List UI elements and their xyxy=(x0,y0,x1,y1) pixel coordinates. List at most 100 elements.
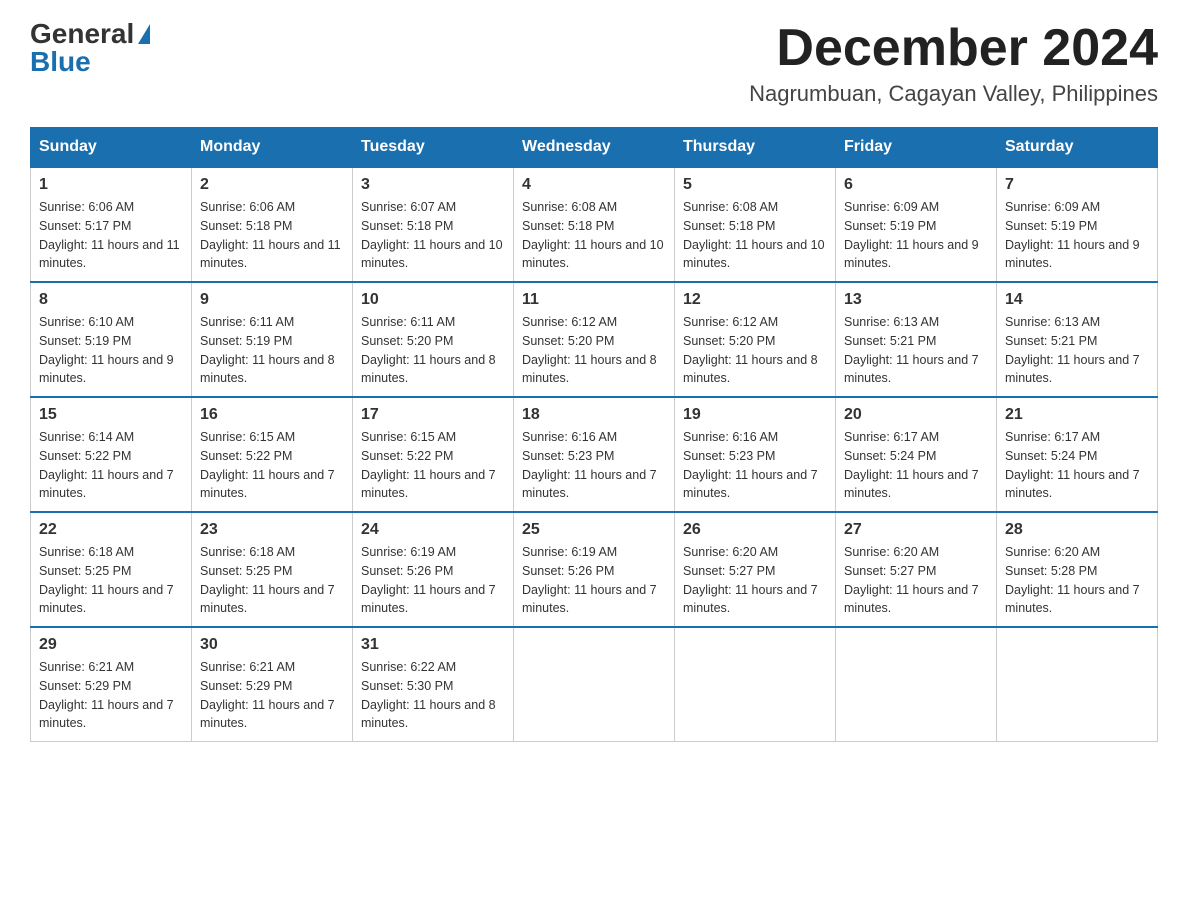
header-row: SundayMondayTuesdayWednesdayThursdayFrid… xyxy=(31,128,1158,168)
day-number: 23 xyxy=(200,521,344,539)
calendar-day-cell: 1 Sunrise: 6:06 AMSunset: 5:17 PMDaylight… xyxy=(31,167,192,282)
day-number: 9 xyxy=(200,291,344,309)
day-number: 13 xyxy=(844,291,988,309)
calendar-day-cell xyxy=(675,627,836,742)
calendar-day-cell: 19 Sunrise: 6:16 AMSunset: 5:23 PMDayligh… xyxy=(675,397,836,512)
day-info: Sunrise: 6:11 AMSunset: 5:19 PMDaylight:… xyxy=(200,315,335,385)
calendar-day-cell: 25 Sunrise: 6:19 AMSunset: 5:26 PMDayligh… xyxy=(514,512,675,627)
calendar-day-cell xyxy=(997,627,1158,742)
day-info: Sunrise: 6:13 AMSunset: 5:21 PMDaylight:… xyxy=(1005,315,1140,385)
calendar-day-cell: 14 Sunrise: 6:13 AMSunset: 5:21 PMDayligh… xyxy=(997,282,1158,397)
day-info: Sunrise: 6:20 AMSunset: 5:27 PMDaylight:… xyxy=(683,545,818,615)
day-info: Sunrise: 6:09 AMSunset: 5:19 PMDaylight:… xyxy=(1005,200,1140,270)
calendar-day-cell: 24 Sunrise: 6:19 AMSunset: 5:26 PMDayligh… xyxy=(353,512,514,627)
day-info: Sunrise: 6:17 AMSunset: 5:24 PMDaylight:… xyxy=(1005,430,1140,500)
day-number: 24 xyxy=(361,521,505,539)
day-info: Sunrise: 6:15 AMSunset: 5:22 PMDaylight:… xyxy=(361,430,496,500)
day-info: Sunrise: 6:21 AMSunset: 5:29 PMDaylight:… xyxy=(200,660,335,730)
calendar-day-cell: 27 Sunrise: 6:20 AMSunset: 5:27 PMDayligh… xyxy=(836,512,997,627)
day-info: Sunrise: 6:11 AMSunset: 5:20 PMDaylight:… xyxy=(361,315,496,385)
calendar-day-cell: 26 Sunrise: 6:20 AMSunset: 5:27 PMDayligh… xyxy=(675,512,836,627)
header-cell-friday: Friday xyxy=(836,128,997,168)
logo-general-text: General xyxy=(30,20,134,48)
day-number: 27 xyxy=(844,521,988,539)
calendar-day-cell: 6Sunrise: 6:09 AMSunset: 5:19 PMDaylight… xyxy=(836,167,997,282)
day-info: Sunrise: 6:12 AMSunset: 5:20 PMDaylight:… xyxy=(522,315,657,385)
calendar-header: SundayMondayTuesdayWednesdayThursdayFrid… xyxy=(31,128,1158,168)
calendar-day-cell: 16Sunrise: 6:15 AMSunset: 5:22 PMDayligh… xyxy=(192,397,353,512)
day-info: Sunrise: 6:06 AMSunset: 5:17 PMDaylight:… xyxy=(39,200,180,270)
day-number: 19 xyxy=(683,406,827,424)
day-info: Sunrise: 6:20 AMSunset: 5:28 PMDaylight:… xyxy=(1005,545,1140,615)
location-subtitle: Nagrumbuan, Cagayan Valley, Philippines xyxy=(749,81,1158,107)
calendar-week-row: 29 Sunrise: 6:21 AMSunset: 5:29 PMDayligh… xyxy=(31,627,1158,742)
day-info: Sunrise: 6:20 AMSunset: 5:27 PMDaylight:… xyxy=(844,545,979,615)
calendar-day-cell: 12Sunrise: 6:12 AMSunset: 5:20 PMDayligh… xyxy=(675,282,836,397)
day-info: Sunrise: 6:10 AMSunset: 5:19 PMDaylight:… xyxy=(39,315,174,385)
day-info: Sunrise: 6:14 AMSunset: 5:22 PMDaylight:… xyxy=(39,430,174,500)
calendar-day-cell xyxy=(836,627,997,742)
calendar-day-cell: 18Sunrise: 6:16 AMSunset: 5:23 PMDayligh… xyxy=(514,397,675,512)
day-number: 7 xyxy=(1005,176,1149,194)
day-info: Sunrise: 6:22 AMSunset: 5:30 PMDaylight:… xyxy=(361,660,496,730)
calendar-day-cell: 30 Sunrise: 6:21 AMSunset: 5:29 PMDayligh… xyxy=(192,627,353,742)
calendar-week-row: 22Sunrise: 6:18 AMSunset: 5:25 PMDayligh… xyxy=(31,512,1158,627)
day-number: 12 xyxy=(683,291,827,309)
calendar-day-cell: 5Sunrise: 6:08 AMSunset: 5:18 PMDaylight… xyxy=(675,167,836,282)
calendar-day-cell: 7 Sunrise: 6:09 AMSunset: 5:19 PMDaylight… xyxy=(997,167,1158,282)
day-number: 1 xyxy=(39,176,183,194)
day-info: Sunrise: 6:06 AMSunset: 5:18 PMDaylight:… xyxy=(200,200,341,270)
day-info: Sunrise: 6:09 AMSunset: 5:19 PMDaylight:… xyxy=(844,200,979,270)
calendar-day-cell: 10Sunrise: 6:11 AMSunset: 5:20 PMDayligh… xyxy=(353,282,514,397)
logo: General Blue xyxy=(30,20,150,76)
calendar-day-cell: 15 Sunrise: 6:14 AMSunset: 5:22 PMDayligh… xyxy=(31,397,192,512)
calendar-day-cell: 20 Sunrise: 6:17 AMSunset: 5:24 PMDayligh… xyxy=(836,397,997,512)
calendar-week-row: 15 Sunrise: 6:14 AMSunset: 5:22 PMDayligh… xyxy=(31,397,1158,512)
day-number: 15 xyxy=(39,406,183,424)
calendar-body: 1 Sunrise: 6:06 AMSunset: 5:17 PMDaylight… xyxy=(31,167,1158,742)
month-title: December 2024 xyxy=(749,20,1158,77)
header-cell-tuesday: Tuesday xyxy=(353,128,514,168)
day-number: 22 xyxy=(39,521,183,539)
day-info: Sunrise: 6:16 AMSunset: 5:23 PMDaylight:… xyxy=(683,430,818,500)
day-info: Sunrise: 6:19 AMSunset: 5:26 PMDaylight:… xyxy=(361,545,496,615)
header-cell-sunday: Sunday xyxy=(31,128,192,168)
calendar-day-cell: 21 Sunrise: 6:17 AMSunset: 5:24 PMDayligh… xyxy=(997,397,1158,512)
calendar-table: SundayMondayTuesdayWednesdayThursdayFrid… xyxy=(30,127,1158,742)
day-number: 31 xyxy=(361,636,505,654)
day-number: 30 xyxy=(200,636,344,654)
logo-blue-text: Blue xyxy=(30,48,91,76)
calendar-day-cell: 13 Sunrise: 6:13 AMSunset: 5:21 PMDayligh… xyxy=(836,282,997,397)
day-number: 3 xyxy=(361,176,505,194)
calendar-day-cell: 3 Sunrise: 6:07 AMSunset: 5:18 PMDaylight… xyxy=(353,167,514,282)
header-cell-monday: Monday xyxy=(192,128,353,168)
day-number: 25 xyxy=(522,521,666,539)
calendar-day-cell: 2Sunrise: 6:06 AMSunset: 5:18 PMDaylight… xyxy=(192,167,353,282)
calendar-day-cell: 31 Sunrise: 6:22 AMSunset: 5:30 PMDayligh… xyxy=(353,627,514,742)
day-info: Sunrise: 6:17 AMSunset: 5:24 PMDaylight:… xyxy=(844,430,979,500)
header-cell-wednesday: Wednesday xyxy=(514,128,675,168)
day-number: 20 xyxy=(844,406,988,424)
day-info: Sunrise: 6:21 AMSunset: 5:29 PMDaylight:… xyxy=(39,660,174,730)
calendar-day-cell: 29 Sunrise: 6:21 AMSunset: 5:29 PMDayligh… xyxy=(31,627,192,742)
day-number: 14 xyxy=(1005,291,1149,309)
day-number: 17 xyxy=(361,406,505,424)
header-cell-saturday: Saturday xyxy=(997,128,1158,168)
day-info: Sunrise: 6:13 AMSunset: 5:21 PMDaylight:… xyxy=(844,315,979,385)
day-number: 4 xyxy=(522,176,666,194)
day-number: 26 xyxy=(683,521,827,539)
calendar-day-cell: 11Sunrise: 6:12 AMSunset: 5:20 PMDayligh… xyxy=(514,282,675,397)
calendar-day-cell: 9 Sunrise: 6:11 AMSunset: 5:19 PMDaylight… xyxy=(192,282,353,397)
day-number: 29 xyxy=(39,636,183,654)
calendar-day-cell xyxy=(514,627,675,742)
day-info: Sunrise: 6:08 AMSunset: 5:18 PMDaylight:… xyxy=(522,200,664,270)
day-info: Sunrise: 6:19 AMSunset: 5:26 PMDaylight:… xyxy=(522,545,657,615)
day-number: 21 xyxy=(1005,406,1149,424)
calendar-week-row: 1 Sunrise: 6:06 AMSunset: 5:17 PMDaylight… xyxy=(31,167,1158,282)
day-number: 16 xyxy=(200,406,344,424)
day-number: 8 xyxy=(39,291,183,309)
calendar-day-cell: 28Sunrise: 6:20 AMSunset: 5:28 PMDayligh… xyxy=(997,512,1158,627)
logo-triangle-icon xyxy=(138,24,150,44)
day-number: 18 xyxy=(522,406,666,424)
day-info: Sunrise: 6:07 AMSunset: 5:18 PMDaylight:… xyxy=(361,200,503,270)
